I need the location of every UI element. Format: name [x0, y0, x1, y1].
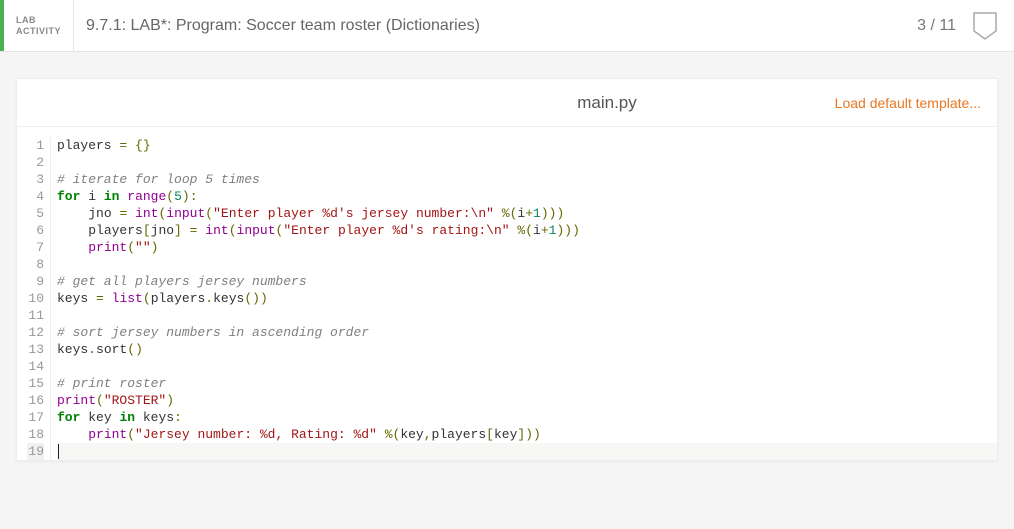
filename-label: main.py [577, 93, 637, 113]
code-line[interactable]: print("ROSTER") [57, 392, 997, 409]
line-number: 9 [27, 273, 44, 290]
line-number: 12 [27, 324, 44, 341]
line-number: 11 [27, 307, 44, 324]
code-line[interactable] [57, 443, 997, 460]
code-editor[interactable]: 12345678910111213141516171819 players = … [17, 127, 997, 460]
lab-header: LAB ACTIVITY 9.7.1: LAB*: Program: Socce… [0, 0, 1014, 52]
line-number: 7 [27, 239, 44, 256]
code-line[interactable] [57, 358, 997, 375]
code-line[interactable]: players = {} [57, 137, 997, 154]
line-number: 16 [27, 392, 44, 409]
text-cursor [58, 444, 59, 459]
line-number: 19 [27, 443, 44, 460]
code-line[interactable]: # get all players jersey numbers [57, 273, 997, 290]
line-number: 17 [27, 409, 44, 426]
code-line[interactable]: # iterate for loop 5 times [57, 171, 997, 188]
code-line[interactable]: print("") [57, 239, 997, 256]
code-line[interactable]: for i in range(5): [57, 188, 997, 205]
code-line[interactable]: for key in keys: [57, 409, 997, 426]
line-number: 2 [27, 154, 44, 171]
line-number: 5 [27, 205, 44, 222]
line-number: 3 [27, 171, 44, 188]
lab-score: 3 / 11 [905, 0, 968, 51]
code-line[interactable]: keys = list(players.keys()) [57, 290, 997, 307]
code-line[interactable]: # print roster [57, 375, 997, 392]
line-number: 18 [27, 426, 44, 443]
line-number: 4 [27, 188, 44, 205]
line-number: 8 [27, 256, 44, 273]
code-line[interactable]: print("Jersey number: %d, Rating: %d" %(… [57, 426, 997, 443]
code-editor-card: main.py Load default template... 1234567… [16, 78, 998, 461]
code-line[interactable] [57, 154, 997, 171]
line-number: 13 [27, 341, 44, 358]
line-number: 10 [27, 290, 44, 307]
pocket-icon[interactable] [968, 0, 1014, 51]
lab-activity-badge: LAB ACTIVITY [0, 0, 74, 51]
code-line[interactable]: players[jno] = int(input("Enter player %… [57, 222, 997, 239]
line-number: 6 [27, 222, 44, 239]
line-number: 15 [27, 375, 44, 392]
code-line[interactable] [57, 256, 997, 273]
code-line[interactable] [57, 307, 997, 324]
code-line[interactable]: keys.sort() [57, 341, 997, 358]
code-line[interactable]: jno = int(input("Enter player %d's jerse… [57, 205, 997, 222]
code-content[interactable]: players = {}# iterate for loop 5 timesfo… [51, 137, 997, 460]
line-number: 1 [27, 137, 44, 154]
line-number-gutter: 12345678910111213141516171819 [17, 137, 51, 460]
code-line[interactable]: # sort jersey numbers in ascending order [57, 324, 997, 341]
load-default-template-link[interactable]: Load default template... [835, 95, 981, 111]
lab-title: 9.7.1: LAB*: Program: Soccer team roster… [74, 0, 905, 51]
editor-header: main.py Load default template... [17, 79, 997, 127]
line-number: 14 [27, 358, 44, 375]
